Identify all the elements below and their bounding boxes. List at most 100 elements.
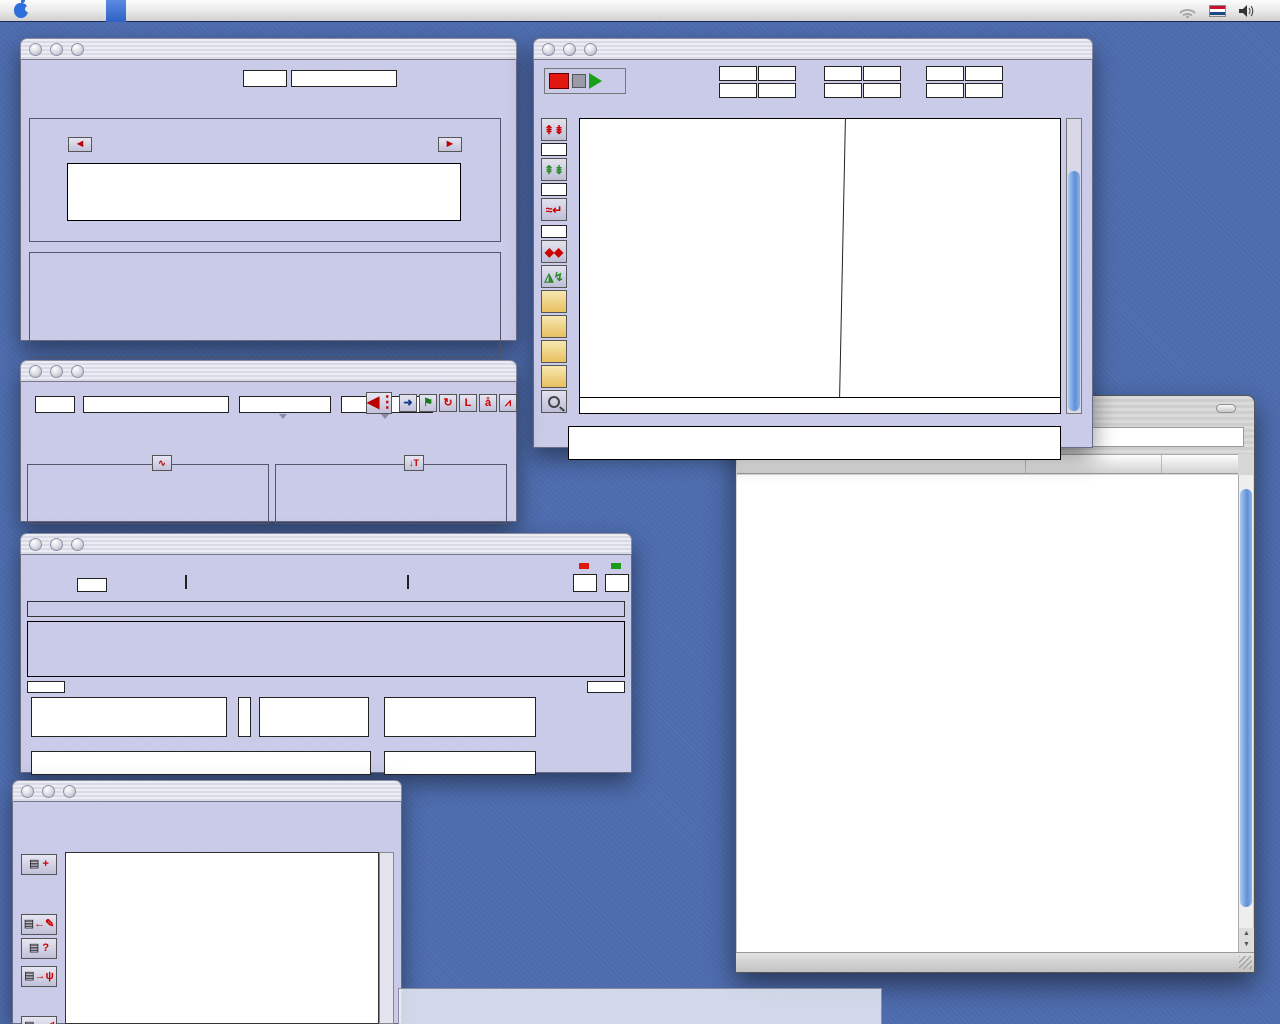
stop-button[interactable]	[572, 74, 586, 88]
flag-menu-icon[interactable]	[1209, 5, 1226, 17]
menu-window[interactable]	[126, 0, 146, 22]
column-header-size[interactable]	[1162, 455, 1238, 473]
edit-file-button[interactable]: ▤←✎	[21, 914, 57, 935]
finder-scrollbar[interactable]: ▲▼	[1238, 475, 1253, 952]
zone-number-field[interactable]	[35, 396, 75, 413]
minimize-button[interactable]	[50, 365, 63, 378]
menu-app-name[interactable]	[46, 0, 66, 22]
preset-number-field[interactable]	[243, 70, 287, 87]
sel-field-5[interactable]	[926, 83, 964, 98]
voices-green-field	[605, 574, 629, 592]
marker-2-button[interactable]	[541, 315, 567, 338]
marker-3-button[interactable]	[541, 340, 567, 363]
output-select[interactable]	[239, 396, 331, 413]
play-zone-button[interactable]: ◀⋮	[366, 392, 392, 414]
window-controls[interactable]	[29, 43, 84, 56]
menu-edit[interactable]	[86, 0, 106, 22]
envelope-icon[interactable]: ⩘	[499, 394, 517, 412]
wifi-icon[interactable]	[1178, 4, 1197, 18]
audition-file-button[interactable]: ▤→◁	[21, 1016, 57, 1024]
status-titlebar[interactable]	[20, 533, 632, 555]
zoom-field-3[interactable]	[824, 66, 862, 81]
record-button[interactable]	[549, 73, 569, 89]
zone-editor-titlebar[interactable]	[20, 360, 517, 382]
play-button[interactable]	[589, 73, 602, 89]
file-info-button[interactable]: ▤ ?	[21, 938, 57, 959]
l-mode-icon[interactable]: L	[459, 394, 477, 412]
scrollbar-arrows[interactable]: ▲▼	[1239, 928, 1254, 952]
marker-4-button[interactable]	[541, 365, 567, 388]
zoom-field-4[interactable]	[863, 66, 901, 81]
fade-tool-icon[interactable]: ◮↯	[541, 265, 567, 288]
zoom-button[interactable]	[584, 43, 597, 56]
treatment-icon[interactable]: ↓T	[404, 455, 424, 471]
search-field[interactable]	[1076, 427, 1244, 447]
sel-field-6[interactable]	[965, 83, 1003, 98]
close-button[interactable]	[21, 785, 34, 798]
test01-titlebar[interactable]	[20, 38, 517, 60]
toolbar-toggle-button[interactable]	[1216, 404, 1236, 413]
minimize-button[interactable]	[563, 43, 576, 56]
amplify-up-tool-icon[interactable]: ⇞⇟	[541, 118, 567, 141]
sample-editor-titlebar[interactable]	[533, 38, 1093, 60]
scrollbar-thumb[interactable]	[1240, 489, 1252, 907]
preset-name-field[interactable]	[291, 70, 397, 87]
zoom-button[interactable]	[71, 43, 84, 56]
window-controls[interactable]	[542, 43, 597, 56]
minimize-button[interactable]	[50, 43, 63, 56]
sel-field-1[interactable]	[719, 83, 757, 98]
piano-keyboard[interactable]	[67, 163, 461, 221]
forward-play-icon[interactable]: ➜	[399, 394, 417, 412]
move-tool-icon[interactable]: ≈↵	[541, 198, 567, 221]
sel-field-2[interactable]	[758, 83, 796, 98]
amplify-down-tool-icon[interactable]: ⇞⇟	[541, 158, 567, 181]
zoom-tool-icon[interactable]	[541, 390, 567, 413]
level-field[interactable]	[541, 225, 567, 238]
zone-name-field[interactable]	[83, 396, 229, 413]
gain2-field[interactable]	[541, 183, 567, 196]
loop-icon[interactable]: ↻	[439, 394, 457, 412]
menu-file[interactable]	[66, 0, 86, 22]
layer-next-button[interactable]: ►	[438, 137, 462, 152]
delete-file-button[interactable]: ▤→ψ	[21, 966, 57, 987]
waveform-scrollbar[interactable]	[1066, 118, 1082, 414]
minimize-button[interactable]	[42, 785, 55, 798]
zoom-button[interactable]	[63, 785, 76, 798]
zoom-field-1[interactable]	[719, 66, 757, 81]
window-controls[interactable]	[29, 538, 84, 551]
zoom-button[interactable]	[71, 365, 84, 378]
marker-1-button[interactable]	[541, 290, 567, 313]
zoom-field-6[interactable]	[965, 66, 1003, 81]
overview-waveform[interactable]	[568, 426, 1061, 460]
close-button[interactable]	[29, 365, 42, 378]
close-button[interactable]	[29, 538, 42, 551]
zoom-field-2[interactable]	[758, 66, 796, 81]
minimize-button[interactable]	[50, 538, 63, 551]
layer-prev-button[interactable]: ◄	[68, 137, 92, 152]
close-button[interactable]	[29, 43, 42, 56]
close-button[interactable]	[542, 43, 555, 56]
sel-field-4[interactable]	[863, 83, 901, 98]
gain1-field[interactable]	[541, 143, 567, 156]
zoom-button[interactable]	[71, 538, 84, 551]
waveform-display[interactable]	[579, 118, 1061, 414]
normalize-tool-icon[interactable]: ◆◆	[541, 240, 567, 263]
sample-files-titlebar[interactable]	[12, 780, 402, 802]
stereo-file-progress-box	[384, 751, 536, 775]
lock-icon[interactable]: å	[479, 394, 497, 412]
sample-files-scrollbar[interactable]	[379, 852, 394, 1024]
region-wave-icon[interactable]: ∿	[152, 455, 172, 471]
window-resize-grip[interactable]	[1239, 956, 1252, 969]
window-controls[interactable]	[21, 785, 76, 798]
window-controls[interactable]	[29, 365, 84, 378]
menu-help[interactable]	[146, 0, 166, 22]
volume-icon[interactable]	[1238, 4, 1256, 18]
start-flag-icon[interactable]: ⚑	[419, 394, 437, 412]
menu-capture[interactable]	[106, 0, 126, 22]
apple-menu-icon[interactable]	[14, 3, 28, 18]
scrollbar-thumb[interactable]	[1068, 171, 1080, 411]
add-file-button[interactable]: ▤ +	[21, 854, 57, 875]
zoom-field-5[interactable]	[926, 66, 964, 81]
sel-field-3[interactable]	[824, 83, 862, 98]
midi-monitor-box	[31, 697, 227, 737]
